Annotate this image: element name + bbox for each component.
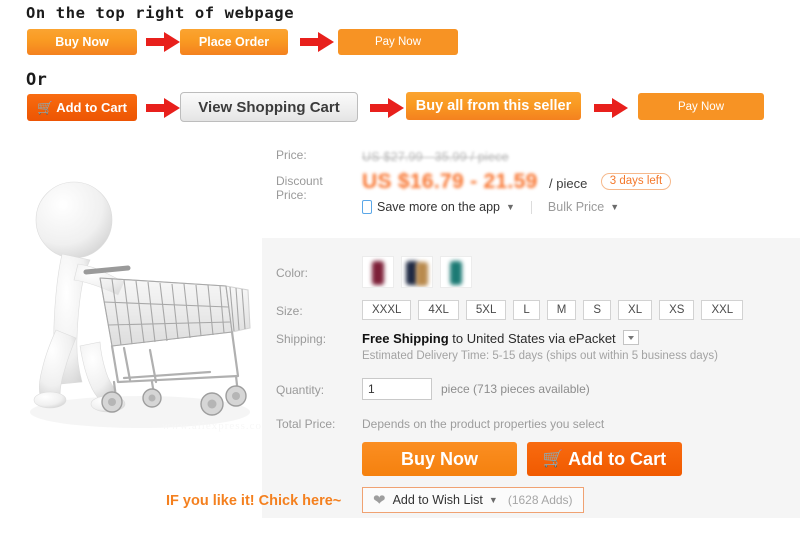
wishlist-count: (1628 Adds) [507, 493, 573, 507]
instruction-heading-or: Or [26, 70, 48, 90]
instruction-banner: On the top right of webpage Buy Now Plac… [0, 0, 800, 132]
image-watermark: www.aliexpress.com [162, 420, 262, 432]
right-arrow-icon [594, 98, 628, 118]
flow-buy-now-button[interactable]: Buy Now [27, 29, 137, 55]
flow-pay-now-button-2[interactable]: Pay Now [638, 93, 764, 120]
total-price-row: Total Price: Depends on the product prop… [262, 416, 800, 436]
right-arrow-icon [146, 98, 180, 118]
heart-icon: ❤ [373, 492, 386, 509]
shipping-to-text: to [452, 331, 464, 346]
size-option[interactable]: XL [618, 300, 653, 320]
price-row: Price: US $27.99 - 35.99 / piece [262, 148, 800, 170]
days-left-badge: 3 days left [600, 173, 672, 190]
discount-price-label-line2: Price: [276, 188, 307, 202]
shopping-cart-figure-illustration [30, 181, 251, 428]
size-option[interactable]: XXXL [362, 300, 412, 320]
color-swatch-wine-red[interactable] [362, 256, 394, 288]
quantity-control: piece (713 pieces available) [362, 378, 590, 400]
size-option[interactable]: XXL [701, 300, 744, 320]
mobile-phone-icon [362, 200, 372, 214]
shipping-details: Free Shipping to United States via ePack… [362, 330, 718, 362]
discount-price-value-group: US $16.79 - 21.59 / piece 3 days left Sa… [362, 170, 672, 214]
right-arrow-icon [300, 32, 334, 52]
cart-icon: 🛒 [37, 100, 54, 115]
app-promo-row: Save more on the app ▼ Bulk Price ▼ [362, 200, 671, 214]
flow-add-to-cart-label: Add to Cart [56, 100, 127, 115]
wishlist-section: IF you like it! Chick here~ ❤ Add to Wis… [166, 487, 800, 517]
size-label: Size: [276, 304, 303, 318]
add-to-cart-label: Add to Cart [568, 448, 667, 469]
size-option[interactable]: 4XL [418, 300, 459, 320]
color-row: Color: [262, 254, 800, 298]
price-label: Price: [276, 148, 307, 162]
color-swatch-teal[interactable] [440, 256, 472, 288]
discount-price-label-line1: Discount [276, 174, 323, 188]
color-label: Color: [276, 266, 309, 280]
instruction-heading-top: On the top right of webpage [26, 4, 295, 22]
flow-buy-all-from-seller-button[interactable]: Buy all from this seller [406, 92, 581, 120]
total-price-value: Depends on the product properties you se… [362, 417, 605, 431]
flow-add-to-cart-button[interactable]: 🛒 Add to Cart [27, 94, 137, 121]
right-arrow-icon [146, 32, 180, 52]
shipping-method: ePacket [568, 331, 616, 346]
shipping-row: Shipping: Free Shipping to United States… [262, 330, 800, 372]
wishlist-label: Add to Wish List [392, 493, 483, 507]
bulk-price-link[interactable]: Bulk Price [548, 200, 604, 214]
color-swatch-navy-multi[interactable] [401, 256, 433, 288]
size-option-list: XXXL 4XL 5XL L M S XL XS XXL [362, 300, 744, 320]
quantity-label: Quantity: [276, 383, 325, 397]
shipping-label: Shipping: [276, 332, 327, 346]
size-option[interactable]: S [583, 300, 612, 320]
size-option[interactable]: 5XL [465, 300, 507, 320]
chevron-down-icon[interactable]: ▼ [489, 495, 498, 505]
discount-price-row: Discount Price: US $16.79 - 21.59 / piec… [262, 170, 800, 226]
free-shipping-text: Free Shipping [362, 331, 449, 346]
quantity-input[interactable] [362, 378, 432, 400]
chevron-down-icon[interactable]: ▼ [506, 202, 515, 212]
size-option[interactable]: XS [659, 300, 695, 320]
discount-price-value: US $16.79 - 21.59 [362, 170, 538, 193]
original-price: US $27.99 - 35.99 / piece [362, 150, 509, 164]
size-option[interactable]: L [513, 300, 540, 320]
shipping-destination: United States [466, 331, 545, 346]
flow-pay-now-button[interactable]: Pay Now [338, 29, 458, 55]
product-detail-section: www.aliexpress.com Price: US $27.99 - 35… [0, 132, 800, 534]
product-info-column: Price: US $27.99 - 35.99 / piece Discoun… [166, 132, 800, 534]
flow-view-shopping-cart-button[interactable]: View Shopping Cart [180, 92, 358, 122]
price-unit: / piece [549, 176, 588, 191]
color-swatch-list [362, 256, 472, 288]
chevron-down-icon[interactable]: ▼ [610, 202, 619, 212]
cart-icon: 🛒 [542, 449, 565, 468]
size-row: Size: XXXL 4XL 5XL L M S XL XS XXL [262, 300, 800, 326]
add-to-wish-list-button[interactable]: ❤ Add to Wish List ▼ (1628 Adds) [362, 487, 584, 513]
size-option[interactable]: M [546, 300, 577, 320]
wishlist-annotation: IF you like it! Chick here~ [166, 493, 342, 509]
divider [530, 200, 532, 214]
flow-place-order-button[interactable]: Place Order [180, 29, 288, 55]
shipping-via-text: via [548, 331, 566, 346]
quantity-row: Quantity: piece (713 pieces available) [262, 378, 800, 406]
total-price-label: Total Price: [276, 417, 336, 431]
shipping-dropdown-toggle[interactable] [623, 330, 640, 345]
buy-now-button[interactable]: Buy Now [362, 442, 517, 476]
stock-note: piece (713 pieces available) [441, 382, 590, 396]
shipping-main-line: Free Shipping to United States via ePack… [362, 330, 718, 346]
delivery-estimate: Estimated Delivery Time: 5-15 days (ship… [362, 350, 719, 362]
product-image[interactable]: www.aliexpress.com [0, 132, 262, 442]
right-arrow-icon [370, 98, 404, 118]
cta-button-group: Buy Now 🛒 Add to Cart [362, 442, 682, 476]
add-to-cart-button[interactable]: 🛒 Add to Cart [527, 442, 682, 476]
app-promo-link[interactable]: Save more on the app [377, 200, 500, 214]
